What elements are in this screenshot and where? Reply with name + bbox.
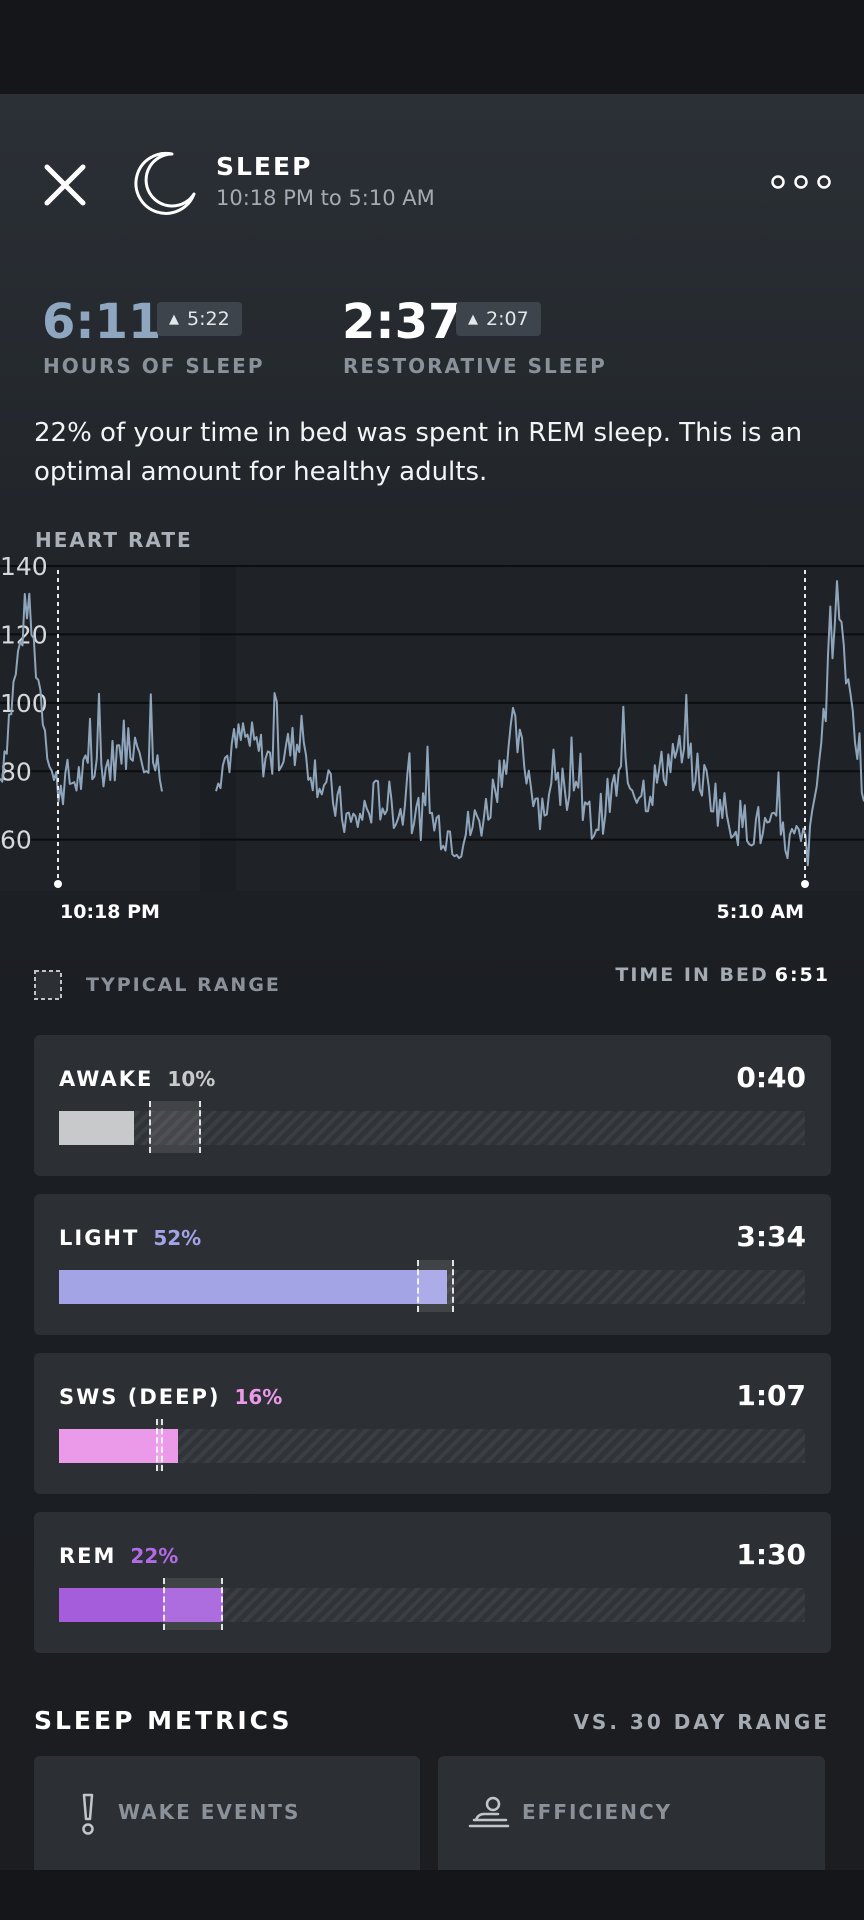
hours-needed-value: 5:22 bbox=[187, 308, 230, 330]
stage-name: AWAKE 10% bbox=[59, 1067, 215, 1091]
efficiency-card[interactable]: EFFICIENCY bbox=[438, 1756, 825, 1870]
stage-progress-fill bbox=[59, 1270, 447, 1304]
more-options-icon[interactable] bbox=[770, 172, 832, 192]
hours-needed-badge: ▲ 5:22 bbox=[157, 302, 242, 336]
stage-card[interactable]: REM 22% 1:30 bbox=[34, 1512, 831, 1653]
stage-label: SWS (DEEP) bbox=[59, 1385, 221, 1409]
stage-card[interactable]: LIGHT 52% 3:34 bbox=[34, 1194, 831, 1335]
y-tick-label: 60 bbox=[0, 826, 32, 855]
time-range: 10:18 PM to 5:10 AM bbox=[216, 186, 435, 210]
sleep-summary-text: 22% of your time in bed was spent in REM… bbox=[34, 418, 803, 487]
stage-progress-track bbox=[59, 1260, 805, 1312]
person-in-bed-icon bbox=[468, 1796, 510, 1828]
vs-range-label: VS. 30 DAY RANGE bbox=[573, 1710, 830, 1734]
stage-percent: 10% bbox=[167, 1067, 216, 1091]
stage-card[interactable]: SWS (DEEP) 16% 1:07 bbox=[34, 1353, 831, 1494]
stage-duration: 0:40 bbox=[736, 1061, 806, 1094]
typical-range-label: TYPICAL RANGE bbox=[86, 974, 281, 996]
stage-duration: 1:07 bbox=[736, 1379, 806, 1412]
stage-percent: 52% bbox=[153, 1226, 202, 1250]
restorative-sleep-value: 2:37 bbox=[342, 294, 462, 350]
stage-name: REM 22% bbox=[59, 1544, 178, 1568]
stage-label: LIGHT bbox=[59, 1226, 140, 1250]
chart-gap-band bbox=[200, 566, 236, 891]
stage-name: SWS (DEEP) 16% bbox=[59, 1385, 282, 1409]
typical-range-marker bbox=[163, 1578, 223, 1630]
heart-rate-chart: 1401201008060 10:18 PM 5:10 AM bbox=[0, 556, 864, 923]
y-tick-label: 80 bbox=[0, 757, 32, 786]
moon-icon bbox=[134, 151, 196, 215]
exclamation-icon bbox=[82, 1793, 94, 1835]
chart-end-time: 5:10 AM bbox=[717, 901, 805, 923]
stage-name: LIGHT 52% bbox=[59, 1226, 201, 1250]
efficiency-label: EFFICIENCY bbox=[522, 1800, 673, 1824]
typical-range-marker bbox=[156, 1419, 163, 1471]
stage-card[interactable]: AWAKE 10% 0:40 bbox=[34, 1035, 831, 1176]
page-title: SLEEP bbox=[216, 152, 313, 181]
time-in-bed-label: TIME IN BED bbox=[615, 964, 769, 986]
stage-duration: 1:30 bbox=[736, 1538, 806, 1571]
typical-range-icon bbox=[34, 970, 62, 1000]
stage-progress-track bbox=[59, 1101, 805, 1153]
restorative-needed-value: 2:07 bbox=[486, 308, 529, 330]
stage-progress-track bbox=[59, 1419, 805, 1471]
restorative-sleep-label: RESTORATIVE SLEEP bbox=[343, 354, 607, 378]
close-icon[interactable] bbox=[40, 160, 90, 210]
heart-rate-label: HEART RATE bbox=[35, 528, 193, 552]
chart-start-time: 10:18 PM bbox=[60, 901, 160, 923]
triangle-up-icon: ▲ bbox=[468, 312, 478, 327]
time-in-bed: TIME IN BED 6:51 bbox=[615, 964, 830, 986]
status-bar bbox=[0, 0, 864, 94]
y-tick-label: 140 bbox=[0, 556, 48, 581]
bottom-bar bbox=[0, 1870, 864, 1920]
stage-percent: 16% bbox=[234, 1385, 283, 1409]
chart-plot-area bbox=[0, 566, 864, 891]
stage-percent: 22% bbox=[130, 1544, 179, 1568]
stage-duration: 3:34 bbox=[736, 1220, 806, 1253]
time-in-bed-value: 6:51 bbox=[774, 964, 830, 986]
typical-range-marker bbox=[149, 1101, 201, 1153]
hours-of-sleep-label: HOURS OF SLEEP bbox=[43, 354, 265, 378]
stage-progress-track bbox=[59, 1578, 805, 1630]
stage-label: REM bbox=[59, 1544, 117, 1568]
end-marker-dot bbox=[801, 880, 809, 888]
restorative-needed-badge: ▲ 2:07 bbox=[456, 302, 541, 336]
stage-label: AWAKE bbox=[59, 1067, 154, 1091]
hours-of-sleep-value: 6:11 bbox=[42, 294, 162, 350]
stage-progress-fill bbox=[59, 1111, 134, 1145]
typical-range-marker bbox=[417, 1260, 454, 1312]
sleep-metrics-title: SLEEP METRICS bbox=[34, 1706, 293, 1735]
triangle-up-icon: ▲ bbox=[169, 312, 179, 327]
start-marker-dot bbox=[54, 880, 62, 888]
wake-events-label: WAKE EVENTS bbox=[118, 1800, 301, 1824]
wake-events-card[interactable]: WAKE EVENTS bbox=[34, 1756, 420, 1870]
